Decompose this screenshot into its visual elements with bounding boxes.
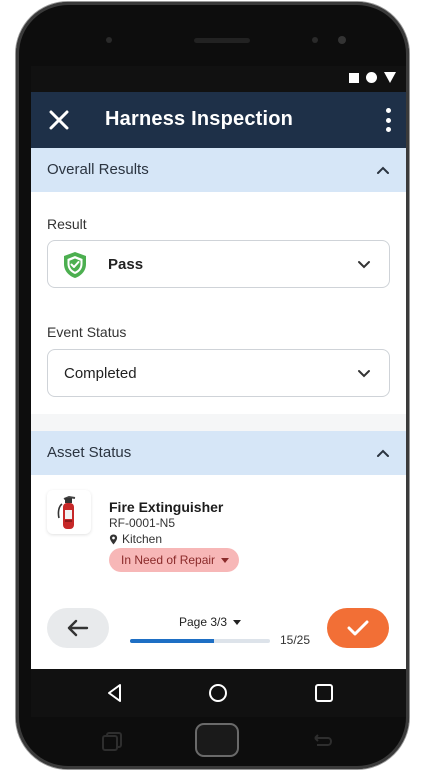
asset-name: Fire Extinguisher (109, 499, 224, 515)
hardware-back-icon (314, 734, 332, 746)
sensor-dot (106, 37, 112, 43)
submit-button[interactable] (327, 608, 389, 648)
back-button[interactable] (47, 608, 109, 648)
app-bar: Harness Inspection (31, 92, 406, 148)
asset-status-header[interactable]: Asset Status (31, 431, 406, 475)
sensor-dot (312, 37, 318, 43)
chevron-down-icon (358, 261, 370, 269)
event-status-value: Completed (64, 365, 137, 382)
overall-results-header[interactable]: Overall Results (31, 148, 406, 192)
asset-location-text: Kitchen (122, 532, 163, 546)
page-selector[interactable]: Page 3/3 (179, 615, 242, 629)
result-select[interactable]: Pass (47, 240, 390, 288)
page-label: Page 3/3 (179, 615, 228, 629)
asset-id: RF-0001-N5 (109, 516, 176, 530)
section-title: Asset Status (47, 444, 132, 461)
hardware-home-button (195, 723, 239, 757)
result-value: Pass (108, 256, 144, 273)
hardware-recents-icon (102, 732, 122, 751)
status-badge-label: In Need of Repair (121, 553, 216, 567)
fire-extinguisher-icon[interactable] (47, 490, 91, 534)
signal-icon (384, 72, 396, 83)
chevron-down-icon (358, 370, 370, 378)
status-badge[interactable]: In Need of Repair (109, 548, 240, 572)
nav-back-icon[interactable] (103, 681, 127, 705)
event-status-label: Event Status (47, 324, 127, 340)
speaker-grille (194, 38, 250, 43)
stop-icon (349, 72, 359, 83)
progress-fill (130, 639, 214, 643)
app-screen: Harness Inspection Overall Results Resul… (31, 66, 406, 669)
more-options-icon[interactable] (380, 106, 396, 134)
arrow-left-icon (67, 619, 89, 637)
navigation-bar (31, 669, 406, 717)
caret-down-icon (233, 619, 242, 625)
chevron-up-icon (377, 166, 389, 174)
nav-recents-icon[interactable] (312, 681, 336, 705)
checkmark-icon (347, 620, 369, 636)
location-pin-icon (109, 534, 118, 544)
record-icon (366, 72, 377, 83)
page-title: Harness Inspection (105, 108, 294, 130)
result-label: Result (47, 216, 87, 232)
progress-count: 15/25 (280, 633, 311, 647)
overall-results-panel: Result Pass Event Status Completed (31, 192, 406, 414)
section-title: Overall Results (47, 161, 149, 178)
event-status-select[interactable]: Completed (47, 349, 390, 397)
progress-bar (130, 639, 270, 643)
asset-location: Kitchen (109, 532, 162, 546)
caret-down-icon (221, 557, 230, 563)
chevron-up-icon (377, 449, 389, 457)
front-camera (338, 36, 346, 44)
shield-check-icon (64, 252, 86, 278)
status-bar (31, 66, 406, 92)
close-icon[interactable] (45, 106, 73, 134)
nav-home-icon[interactable] (206, 681, 230, 705)
